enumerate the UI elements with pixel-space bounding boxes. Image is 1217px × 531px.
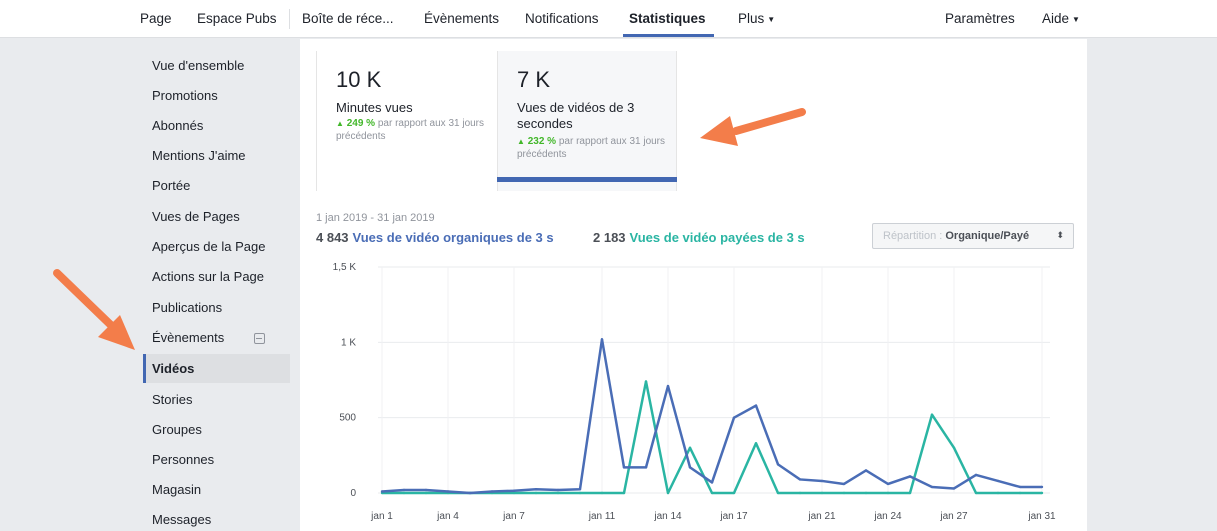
annotation-arrows bbox=[53, 108, 806, 350]
annotation-arrow-sidebar bbox=[53, 269, 135, 350]
annotation-arrow-metric bbox=[700, 108, 806, 146]
